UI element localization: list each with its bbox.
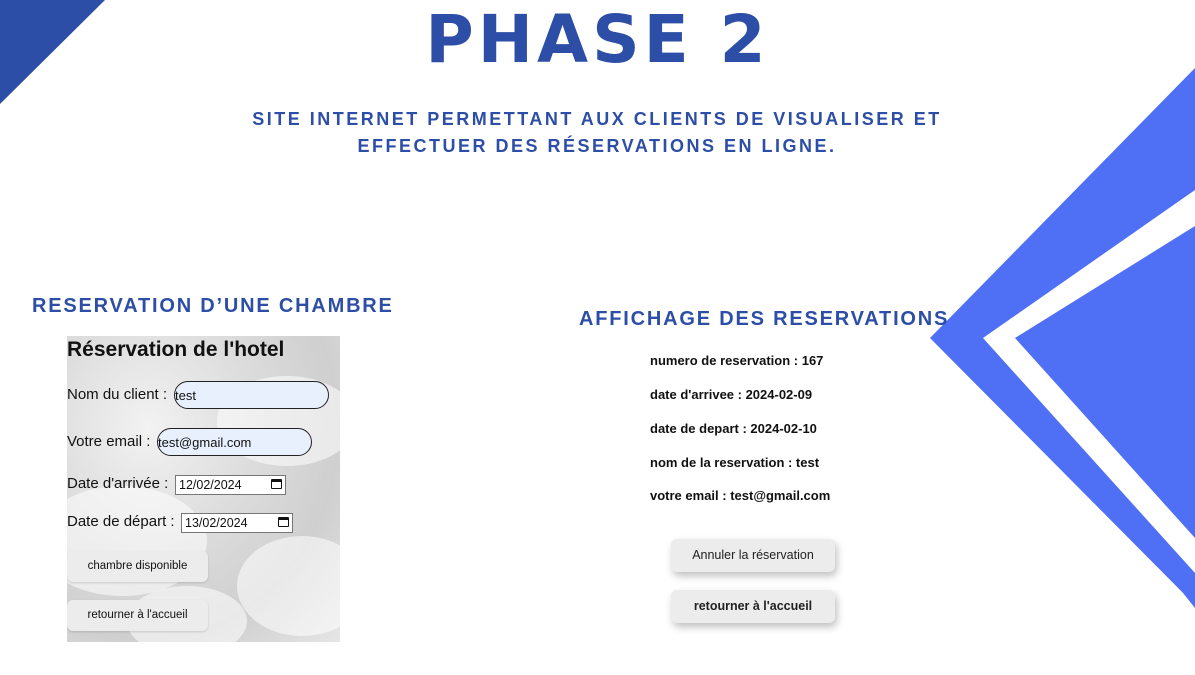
arrival-date-input[interactable]: 12/02/2024 (175, 475, 286, 495)
departure-date-value: 13/02/2024 (185, 516, 248, 530)
reservation-name: nom de la reservation : test (650, 455, 820, 470)
email-label: Votre email : (67, 433, 151, 450)
return-home-button-right[interactable]: retourner à l'accueil (671, 590, 835, 623)
calendar-icon[interactable] (271, 479, 282, 489)
page-title: PHASE 2 (425, 1, 770, 78)
calendar-icon[interactable] (278, 517, 289, 527)
display-section-title: AFFICHAGE DES RESERVATIONS (579, 308, 950, 330)
client-name-input[interactable]: test (174, 381, 329, 409)
subtitle-line-1: SITE INTERNET PERMETTANT AUX CLIENTS DE … (252, 109, 942, 129)
available-room-button[interactable]: chambre disponible (67, 551, 208, 582)
arrival-date-value: 12/02/2024 (179, 478, 242, 492)
reservation-section-title: RESERVATION D’UNE CHAMBRE (32, 295, 394, 317)
reservation-number: numero de reservation : 167 (650, 353, 824, 368)
arrival-date-label: Date d'arrivée : (67, 475, 169, 492)
departure-date-label: Date de départ : (67, 513, 175, 530)
cancel-reservation-button[interactable]: Annuler la réservation (671, 539, 835, 572)
departure-date-input[interactable]: 13/02/2024 (181, 513, 293, 533)
page-subtitle: SITE INTERNET PERMETTANT AUX CLIENTS DE … (247, 106, 947, 160)
right-chevron-decoration (930, 68, 1195, 608)
client-name-label: Nom du client : (67, 386, 168, 403)
arrival-date: date d'arrivee : 2024-02-09 (650, 387, 813, 402)
form-heading: Réservation de l'hotel (67, 338, 285, 361)
reservation-email: votre email : test@gmail.com (650, 488, 831, 503)
reservation-form: Réservation de l'hotel Nom du client : t… (67, 336, 340, 642)
return-home-button[interactable]: retourner à l'accueil (67, 600, 208, 631)
email-input[interactable]: test@gmail.com (157, 428, 312, 456)
subtitle-line-2: EFFECTUER DES RÉSERVATIONS EN LIGNE. (357, 136, 837, 156)
departure-date: date de depart : 2024-02-10 (650, 421, 817, 436)
